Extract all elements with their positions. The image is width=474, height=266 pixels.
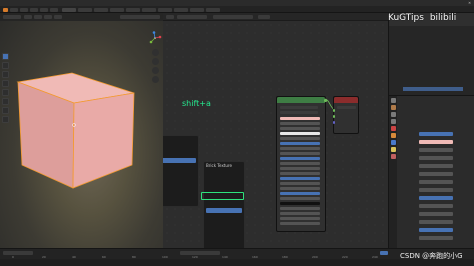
workspace-tab[interactable] <box>158 7 172 12</box>
object-tab-icon[interactable] <box>390 133 396 138</box>
property-field[interactable] <box>419 148 453 152</box>
output-tab-icon[interactable] <box>390 112 396 117</box>
base-color-field[interactable] <box>419 140 453 144</box>
view-controls <box>152 49 161 85</box>
scene-tab-icon[interactable] <box>390 119 396 124</box>
watermark-brand: KuGTips <box>388 13 424 23</box>
world-tab-icon[interactable] <box>390 126 396 131</box>
texture-submenu: Brick Texture <box>203 161 245 248</box>
cube-mesh[interactable] <box>0 13 163 248</box>
properties-panel[interactable] <box>388 95 474 248</box>
workspace-tab[interactable] <box>110 7 124 12</box>
modifier-tab-icon[interactable] <box>390 140 396 145</box>
add-menu-item[interactable] <box>163 198 196 203</box>
top-menu-bar <box>0 6 474 13</box>
property-field[interactable] <box>419 204 453 208</box>
navigation-gizmo-icon[interactable] <box>148 31 162 45</box>
pan-hand-icon[interactable] <box>152 58 159 65</box>
physics-tab-icon[interactable] <box>390 147 396 152</box>
workspace-tab[interactable] <box>142 7 156 12</box>
displacement-socket-icon[interactable] <box>332 121 335 124</box>
output-node-header[interactable] <box>334 97 358 103</box>
outliner-row-selected[interactable] <box>403 87 463 91</box>
property-field[interactable] <box>419 164 453 168</box>
menu-file[interactable] <box>10 7 18 12</box>
grid-perspective-icon[interactable] <box>152 76 159 83</box>
property-field[interactable] <box>419 188 453 192</box>
camera-view-icon[interactable] <box>152 67 159 74</box>
render-tab-icon[interactable] <box>390 105 396 110</box>
property-field[interactable] <box>419 172 453 176</box>
property-field[interactable] <box>419 180 453 184</box>
shader-node-editor[interactable]: shift+a Brick Texture <box>163 13 388 248</box>
workspace-tab[interactable] <box>94 7 108 12</box>
outliner-panel[interactable] <box>388 13 474 95</box>
workspace-tab[interactable] <box>174 7 188 12</box>
highlight-box <box>201 192 244 200</box>
property-field[interactable] <box>419 196 453 200</box>
property-field[interactable] <box>419 212 453 216</box>
watermark-site: bilibili <box>429 13 457 23</box>
property-field[interactable] <box>419 228 453 232</box>
property-field[interactable] <box>419 220 453 224</box>
property-field[interactable] <box>419 156 453 160</box>
menu-window[interactable] <box>40 7 48 12</box>
blender-logo-icon[interactable] <box>3 7 8 12</box>
surface-socket-icon[interactable] <box>332 109 335 112</box>
add-menu-title <box>163 137 196 142</box>
properties-tab-bar <box>389 96 397 248</box>
workspace-tab[interactable] <box>206 7 220 12</box>
material-output-node[interactable] <box>332 96 359 134</box>
property-field[interactable] <box>419 132 453 136</box>
workspace-tab[interactable] <box>190 7 204 12</box>
menu-render[interactable] <box>30 7 38 12</box>
zoom-icon[interactable] <box>152 49 159 56</box>
video-watermark: KuGTips bilibili <box>388 13 456 23</box>
status-bar <box>0 259 474 266</box>
material-tab-icon[interactable] <box>390 154 396 159</box>
cube-right-face <box>72 92 135 189</box>
workspace-tab[interactable] <box>126 7 140 12</box>
tool-tab-icon[interactable] <box>390 98 396 103</box>
menu-help[interactable] <box>50 7 58 12</box>
volume-socket-icon[interactable] <box>332 115 335 118</box>
output-target-dropdown[interactable] <box>337 106 356 109</box>
workspace-tab[interactable] <box>78 7 92 12</box>
property-field[interactable] <box>419 236 453 240</box>
workspace-tab[interactable] <box>62 7 76 12</box>
menu-edit[interactable] <box>20 7 28 12</box>
add-node-menu <box>163 135 199 207</box>
3d-viewport[interactable] <box>0 13 163 248</box>
